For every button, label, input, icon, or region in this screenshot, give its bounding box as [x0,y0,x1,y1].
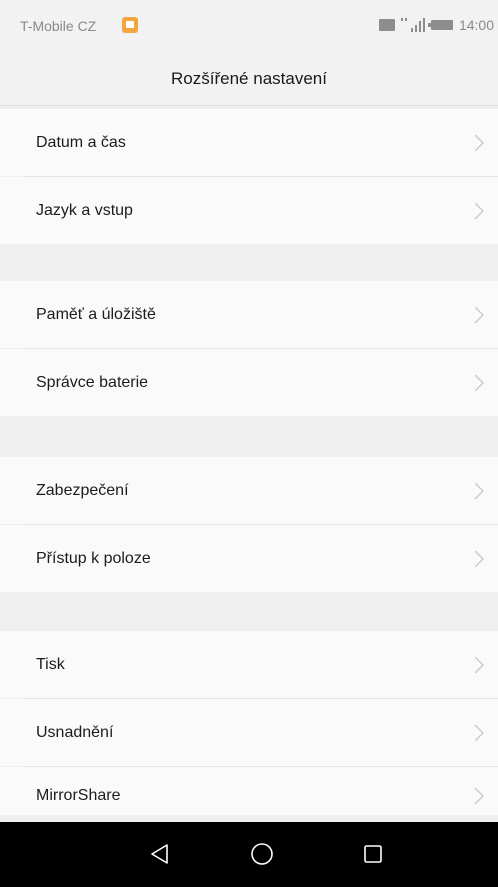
chevron-right-icon [474,787,484,805]
chevron-right-icon [474,306,484,323]
settings-item-label: MirrorShare [36,786,121,804]
chevron-right-icon [474,374,484,391]
settings-item-label: Paměť a úložiště [36,305,156,323]
page-title: Rozšířené nastavení [171,68,327,88]
settings-item-location-access[interactable]: Přístup k poloze [0,525,498,592]
carrier-name: T-Mobile CZ [20,18,97,34]
status-icons: 14:00 [378,16,494,34]
back-icon [151,844,168,864]
home-button[interactable] [244,836,280,872]
chevron-right-icon [474,482,484,499]
home-icon [251,843,273,865]
chevron-right-icon [474,550,484,567]
settings-item-accessibility[interactable]: Usnadnění [0,699,498,766]
chevron-right-icon [474,724,484,741]
settings-item-label: Zabezpečení [36,481,129,499]
chevron-right-icon [474,656,484,673]
settings-item-label: Správce baterie [36,373,149,391]
navigation-bar [0,822,498,887]
chevron-right-icon [474,134,484,151]
settings-item-memory-storage[interactable]: Paměť a úložiště [0,281,498,348]
settings-item-label: Přístup k poloze [36,549,151,567]
settings-item-date-time[interactable]: Datum a čas [0,109,498,176]
settings-item-language-input[interactable]: Jazyk a vstup [0,177,498,244]
settings-item-label: Datum a čas [36,133,126,151]
settings-item-print[interactable]: Tisk [0,631,498,698]
settings-item-mirrorshare[interactable]: MirrorShare [0,767,498,815]
status-bar: T-Mobile CZ 14:00 [0,0,498,52]
recents-icon [364,845,382,863]
settings-item-security[interactable]: Zabezpečení [0,457,498,524]
settings-item-label: Tisk [36,655,65,673]
chevron-right-icon [474,202,484,219]
battery-icon [427,20,453,30]
sim-card-icon [378,19,395,31]
settings-item-battery-manager[interactable]: Správce baterie [0,349,498,416]
back-button[interactable] [142,836,178,872]
settings-item-label: Jazyk a vstup [36,201,133,219]
recents-button[interactable] [355,836,391,872]
notification-icon [122,17,138,33]
signal-icon [400,18,425,32]
status-time: 14:00 [458,17,494,33]
page-header: Rozšířené nastavení [0,52,498,106]
settings-item-label: Usnadnění [36,723,114,741]
